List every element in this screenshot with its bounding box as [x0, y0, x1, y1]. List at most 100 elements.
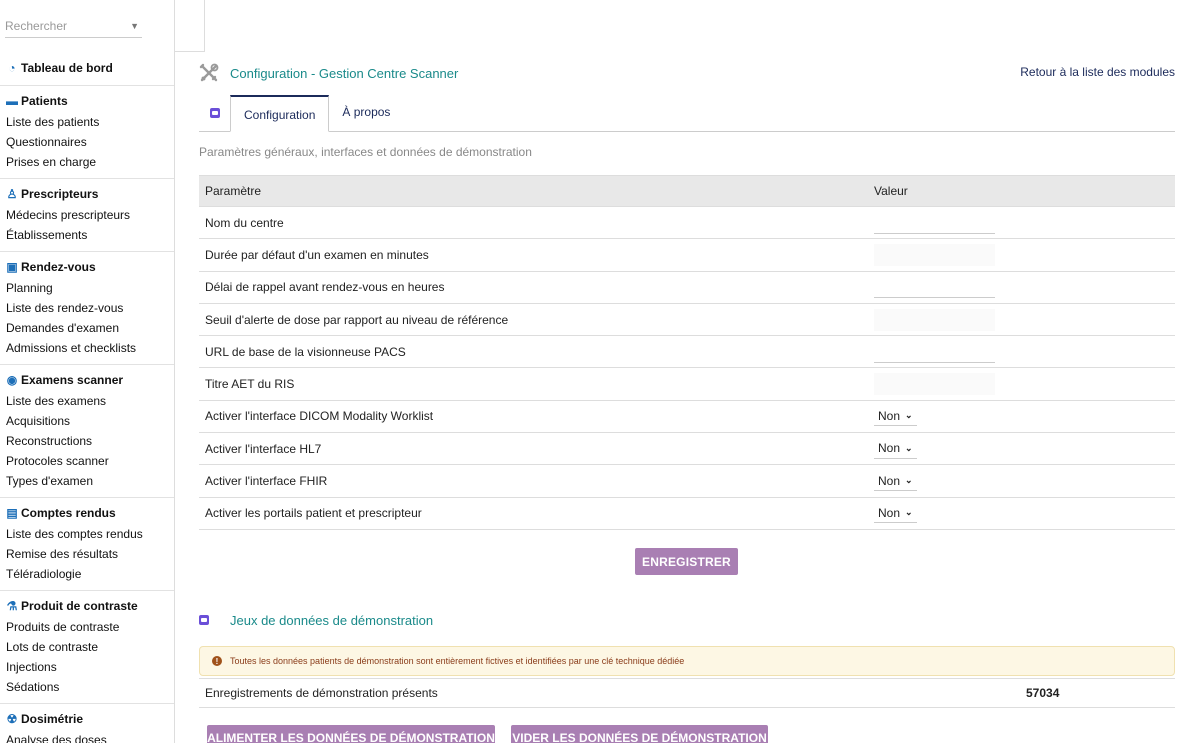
sidebar-item[interactable]: Liste des comptes rendus	[0, 524, 174, 544]
value-input[interactable]	[874, 243, 995, 266]
value-input[interactable]	[874, 308, 995, 331]
sidebar-group-title[interactable]: ☢ Dosimétrie	[0, 708, 174, 730]
table-row: Nom du centre	[199, 207, 1175, 240]
sidebar-item[interactable]: Demandes d'examen	[0, 318, 174, 338]
value-input[interactable]	[874, 373, 995, 396]
sidebar-item[interactable]: Liste des rendez-vous	[0, 298, 174, 318]
parameter-label: Activer l'interface DICOM Modality Workl…	[205, 409, 434, 424]
sidebar-item[interactable]: Médecins prescripteurs	[0, 205, 174, 225]
parameter-label: Activer l'interface HL7	[205, 441, 322, 456]
sidebar-item[interactable]: Admissions et checklists	[0, 338, 174, 358]
table-row: URL de base de la visionneuse PACS	[199, 336, 1175, 369]
sidebar-group-label: Tableau de bord	[21, 61, 113, 75]
page-header: Configuration - Gestion Centre Scanner R…	[199, 62, 1175, 84]
value-cell: Non ⌄	[874, 503, 917, 524]
sidebar-item[interactable]: Questionnaires	[0, 132, 174, 152]
tab-bar: Configuration À propos	[199, 95, 1175, 132]
sidebar-group: ▤ Comptes rendus Liste des comptes rendus R…	[0, 498, 174, 591]
search-select[interactable]: Rechercher ▼	[5, 14, 142, 38]
yes-no-select[interactable]: Non ⌄	[874, 406, 917, 427]
sidebar-nav: ◔ Tableau de bord ▬ Patients Liste des patie…	[0, 53, 174, 743]
sidebar-item[interactable]: Acquisitions	[0, 411, 174, 431]
sidebar-item[interactable]: Prises en charge	[0, 152, 174, 172]
save-button[interactable]: ENREGISTRER	[635, 548, 738, 575]
demo-section-header: Jeux de données de démonstration	[199, 612, 433, 628]
parameter-label: Activer l'interface FHIR	[205, 474, 328, 489]
sidebar-item[interactable]: Téléradiologie	[0, 564, 174, 584]
demo-records-label: Enregistrements de démonstration présent…	[205, 686, 438, 700]
table-row: Titre AET du RIS	[199, 368, 1175, 401]
table-row: Activer l'interface DICOM Modality Workl…	[199, 401, 1175, 434]
sidebar-item[interactable]: Sédations	[0, 677, 174, 697]
tab-icon-box	[199, 94, 230, 131]
sidebar-group-label: Produit de contraste	[21, 599, 138, 613]
module-icon	[209, 107, 220, 118]
sidebar-item[interactable]: Injections	[0, 657, 174, 677]
sidebar-item[interactable]: Établissements	[0, 225, 174, 245]
sidebar-group-label: Dosimétrie	[21, 712, 84, 726]
sidebar-item[interactable]: Types d'examen	[0, 471, 174, 491]
sidebar-item[interactable]: Reconstructions	[0, 431, 174, 451]
parameter-label: Durée par défaut d'un examen en minutes	[205, 247, 429, 262]
chevron-down-icon: ⌄	[905, 475, 913, 486]
sidebar-group-title[interactable]: ▬ Patients	[0, 90, 174, 112]
demo-icon-box	[199, 612, 219, 628]
column-header-parameter: Paramètre	[205, 184, 262, 198]
yes-no-select[interactable]: Non ⌄	[874, 471, 917, 492]
value-cell	[874, 211, 995, 234]
sidebar-group-title[interactable]: ♙ Prescripteurs	[0, 183, 174, 205]
value-input[interactable]	[874, 211, 995, 234]
chevron-down-icon: ⌄	[905, 410, 913, 421]
sidebar-item[interactable]: Produits de contraste	[0, 617, 174, 637]
parameter-label: Activer les portails patient et prescrip…	[205, 506, 422, 521]
sidebar-group: ☢ Dosimétrie Analyse des doses	[0, 704, 174, 743]
sidebar-group-title[interactable]: ▤ Comptes rendus	[0, 502, 174, 524]
calendar-check-icon: ▣	[6, 260, 18, 274]
sidebar-group-title[interactable]: ⚗ Produit de contraste	[0, 595, 174, 617]
value-input[interactable]	[874, 340, 995, 363]
page-title: Configuration - Gestion Centre Scanner	[230, 65, 459, 81]
value-cell: Non ⌄	[874, 439, 917, 459]
user-md-icon: ♙	[6, 187, 18, 201]
sidebar-group: ⚗ Produit de contraste Produits de contras…	[0, 591, 174, 704]
sidebar-group-title[interactable]: ◉ Examens scanner	[0, 369, 174, 391]
chevron-down-icon: ⌄	[905, 507, 913, 518]
value-input[interactable]	[874, 276, 995, 299]
alert-text: Toutes les données patients de démonstra…	[230, 656, 685, 666]
sidebar-group-title[interactable]: ▣ Rendez-vous	[0, 256, 174, 278]
sidebar-item[interactable]: Analyse des doses	[0, 730, 174, 743]
table-header: Paramètre Valeur	[199, 175, 1175, 207]
table-row: Activer l'interface FHIR Non ⌄	[199, 465, 1175, 498]
value-cell	[874, 308, 995, 331]
select-value: Non	[878, 408, 901, 423]
sidebar-item[interactable]: Planning	[0, 278, 174, 298]
chevron-down-icon: ⌄	[905, 442, 913, 453]
feed-demo-data-button[interactable]: ALIMENTER LES DONNÉES DE DÉMONSTRATION	[207, 725, 495, 743]
sidebar-item[interactable]: Remise des résultats	[0, 544, 174, 564]
demo-records-row: Enregistrements de démonstration présent…	[199, 678, 1175, 708]
parameter-label: Délai de rappel avant rendez-vous en heu…	[205, 280, 445, 295]
parameter-label: Nom du centre	[205, 215, 284, 230]
sidebar-group-title[interactable]: ◔ Tableau de bord	[0, 57, 174, 79]
sidebar-item[interactable]: Lots de contraste	[0, 637, 174, 657]
demo-records-count: 57034	[1026, 686, 1060, 700]
value-cell	[874, 373, 995, 396]
radiation-icon: ☢	[6, 712, 18, 726]
yes-no-select[interactable]: Non ⌄	[874, 503, 917, 524]
table-row: Activer les portails patient et prescrip…	[199, 498, 1175, 530]
sidebar-group: ▣ Rendez-vous Planning Liste des rendez-vou…	[0, 252, 174, 365]
tab-about[interactable]: À propos	[329, 94, 403, 131]
parameter-label: Titre AET du RIS	[205, 377, 295, 392]
clear-demo-data-button[interactable]: VIDER LES DONNÉES DE DÉMONSTRATION	[511, 725, 768, 743]
sidebar-item[interactable]: Liste des patients	[0, 112, 174, 132]
sidebar-item[interactable]: Protocoles scanner	[0, 451, 174, 471]
scanner-icon: ◉	[6, 373, 18, 387]
back-to-modules-link[interactable]: Retour à la liste des modules	[1020, 65, 1175, 79]
settings-table: Paramètre Valeur Nom du centre Durée par …	[199, 175, 1175, 530]
tab-configuration[interactable]: Configuration	[230, 95, 330, 132]
yes-no-select[interactable]: Non ⌄	[874, 439, 917, 459]
table-row: Durée par défaut d'un examen en minutes	[199, 239, 1175, 272]
parameter-label: Seuil d'alerte de dose par rapport au ni…	[205, 312, 509, 327]
caret-down-icon: ▼	[130, 20, 139, 31]
sidebar-item[interactable]: Liste des examens	[0, 391, 174, 411]
